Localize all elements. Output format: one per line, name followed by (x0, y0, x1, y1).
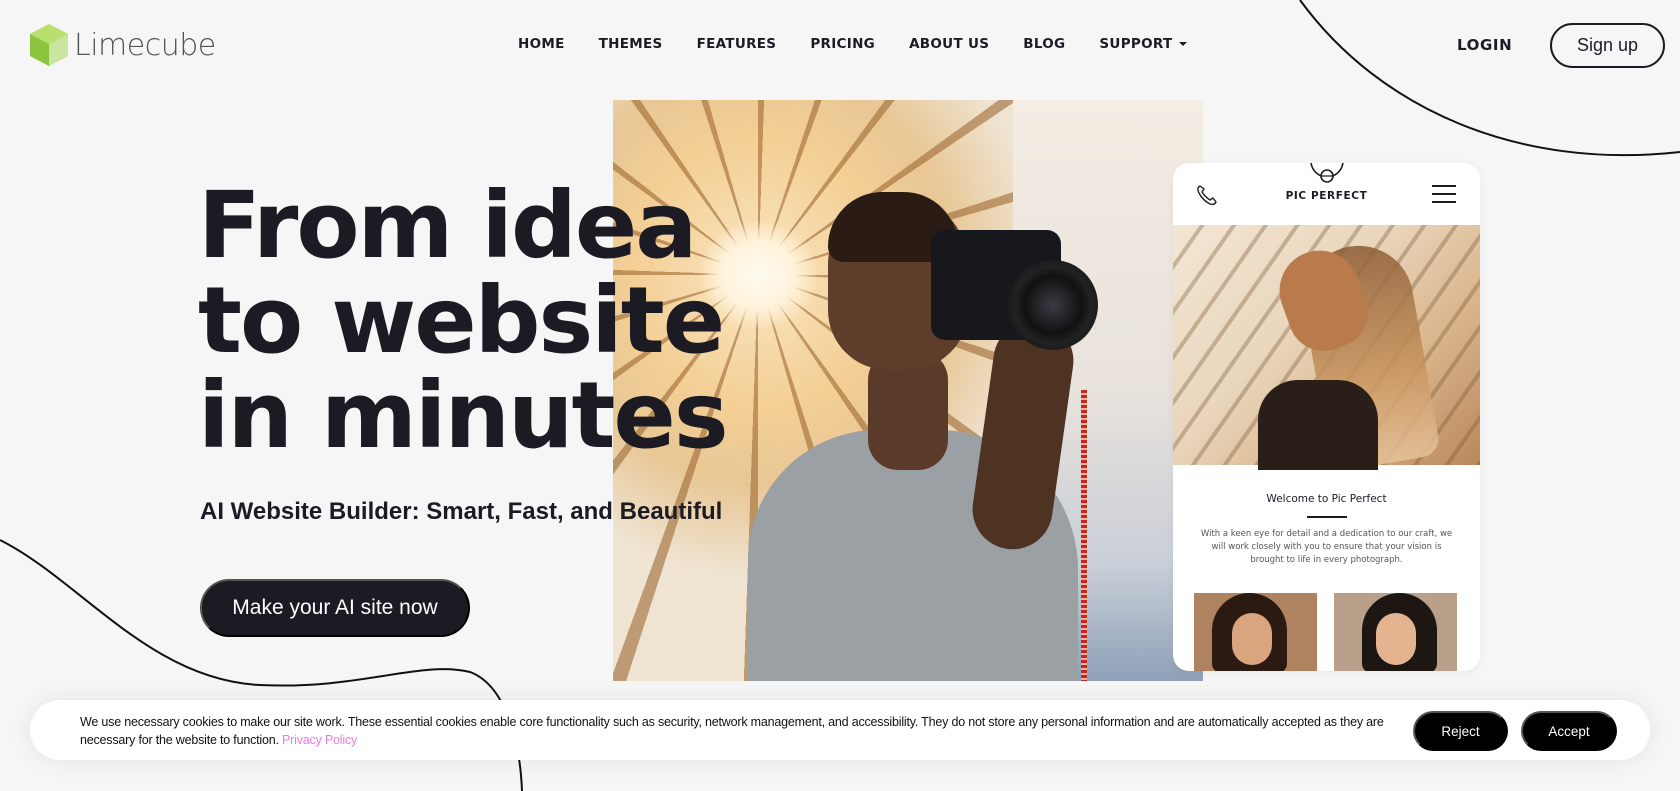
logo[interactable]: Limecube (28, 22, 216, 68)
camera-strap (1081, 390, 1087, 681)
nav-pricing[interactable]: PRICING (810, 36, 875, 52)
nav-support[interactable]: SUPPORT (1099, 36, 1188, 52)
headline-line: From idea (198, 172, 697, 279)
brand-name: Limecube (74, 27, 216, 63)
camera-lens (1008, 260, 1098, 350)
headline-line: in minutes (198, 362, 729, 469)
mockup-welcome-body: With a keen eye for detail and a dedicat… (1200, 529, 1453, 565)
cookie-banner: We use necessary cookies to make our sit… (30, 700, 1650, 760)
headline-line: to website (198, 267, 725, 374)
reject-cookies-button[interactable]: Reject (1413, 711, 1508, 751)
nav-about-us[interactable]: ABOUT US (909, 36, 989, 52)
main-nav: HOME THEMES FEATURES PRICING ABOUT US BL… (518, 36, 1221, 52)
mockup-welcome-title: Welcome to Pic Perfect (1266, 493, 1387, 505)
mockup-divider (1307, 516, 1347, 518)
phone-mockup: PIC PERFECT Welcome to Pic Perfect With … (1173, 163, 1480, 671)
nav-features[interactable]: FEATURES (697, 36, 777, 52)
mockup-thumbnail (1194, 593, 1317, 671)
cookie-message: We use necessary cookies to make our sit… (80, 713, 1410, 749)
nav-support-label: SUPPORT (1099, 36, 1173, 52)
pic-perfect-logo-icon (1310, 163, 1344, 183)
make-ai-site-button[interactable]: Make your AI site now (200, 579, 470, 637)
caret-down-icon (1179, 42, 1188, 46)
privacy-policy-link[interactable]: Privacy Policy (282, 733, 357, 747)
cube-logo-icon (30, 24, 68, 66)
mockup-thumbnail (1334, 593, 1457, 671)
signup-button[interactable]: Sign up (1550, 23, 1665, 68)
accept-cookies-button[interactable]: Accept (1521, 711, 1617, 751)
hero-subheadline: AI Website Builder: Smart, Fast, and Bea… (200, 498, 723, 525)
nav-blog[interactable]: BLOG (1023, 36, 1065, 52)
landing-page: Limecube HOME THEMES FEATURES PRICING AB… (0, 0, 1680, 791)
hero-headline: From idea to website in minutes (198, 172, 729, 469)
hamburger-menu-icon[interactable] (1432, 185, 1456, 203)
mockup-hero-top (1258, 380, 1378, 470)
nav-themes[interactable]: THEMES (599, 36, 663, 52)
thumbnail-face (1232, 613, 1272, 665)
login-link[interactable]: LOGIN (1457, 36, 1512, 54)
nav-home[interactable]: HOME (518, 36, 565, 52)
thumbnail-face (1376, 613, 1416, 665)
cookie-text: We use necessary cookies to make our sit… (80, 715, 1384, 747)
mockup-header: PIC PERFECT (1173, 163, 1480, 225)
mockup-hero-image (1173, 225, 1480, 473)
